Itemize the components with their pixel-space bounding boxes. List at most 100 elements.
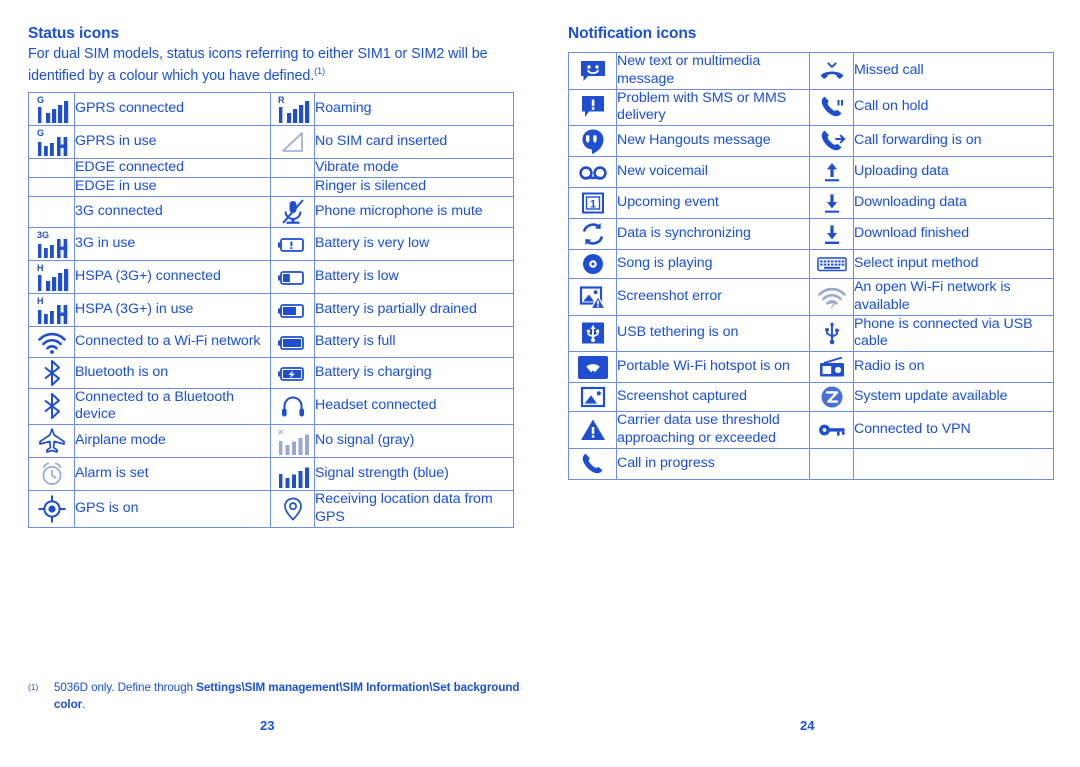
icon-cell <box>809 125 854 157</box>
bluetooth-on-icon <box>39 358 65 388</box>
label-cell: An open Wi-Fi network is available <box>853 278 1054 316</box>
page-number-right: 24 <box>800 718 815 733</box>
svg-text:G: G <box>37 128 44 138</box>
label-cell: EDGE connected <box>74 158 271 178</box>
label-cell: Portable Wi-Fi hotspot is on <box>616 351 810 383</box>
label-cell: 3G connected <box>74 195 271 228</box>
label-cell: Select input method <box>853 249 1054 279</box>
microphone-mute-icon <box>278 197 308 227</box>
table-row: Connected to a Wi-Fi network Battery is … <box>28 325 514 358</box>
label-cell: Upcoming event <box>616 187 810 219</box>
icon-cell <box>28 424 75 458</box>
table-row: New voicemail Uploading data <box>568 156 1054 188</box>
icon-cell <box>568 218 617 250</box>
table-row: EDGE in use Ringer is silenced <box>28 176 514 197</box>
svg-text:R: R <box>278 95 285 105</box>
label-cell: Battery is low <box>314 259 514 294</box>
warning-icon <box>579 416 607 444</box>
icon-cell <box>809 156 854 188</box>
keyboard-icon <box>816 253 848 275</box>
radio-icon <box>817 353 847 381</box>
label-cell: Roaming <box>314 92 514 126</box>
label-cell: Problem with SMS or MMS delivery <box>616 88 810 126</box>
label-cell: Call in progress <box>616 447 810 480</box>
icon-cell: × <box>270 424 315 458</box>
sync-icon <box>578 220 608 248</box>
download-icon <box>819 188 845 218</box>
airplane-mode-icon <box>37 426 67 456</box>
table-row: Bluetooth is on Battery is charging <box>28 356 514 389</box>
label-cell: Battery is partially drained <box>314 292 514 327</box>
label-cell: Phone is connected via USB cable <box>853 314 1054 352</box>
table-row: G GPRS connected R Roaming <box>28 92 514 126</box>
icon-cell <box>28 176 75 197</box>
icon-cell <box>809 218 854 250</box>
icon-cell <box>568 88 617 126</box>
label-cell: 3G in use <box>74 226 271 261</box>
icon-cell <box>28 325 75 358</box>
label-cell: HSPA (3G+) in use <box>74 292 271 327</box>
footnote: (1) 5036D only. Define through Settings\… <box>28 680 548 714</box>
icon-cell <box>270 325 315 358</box>
icon-cell <box>809 88 854 126</box>
call-forwarding-icon <box>816 126 848 156</box>
battery-full-icon <box>275 327 311 357</box>
icon-cell <box>809 351 854 383</box>
icon-cell <box>28 356 75 389</box>
hspa-in-use-icon: H <box>35 294 69 326</box>
icon-cell: 3G <box>28 226 75 261</box>
label-cell: Carrier data use threshold approaching o… <box>616 411 810 449</box>
label-cell: Headset connected <box>314 387 514 425</box>
svg-text:?: ? <box>828 301 834 312</box>
icon-cell <box>270 457 315 491</box>
footnote-text-before: 5036D only. Define through <box>54 681 197 694</box>
icon-cell <box>270 490 315 528</box>
icon-cell <box>809 447 854 480</box>
label-cell: Screenshot captured <box>616 382 810 412</box>
icon-cell <box>568 314 617 352</box>
status-icons-intro-text: For dual SIM models, status icons referr… <box>28 46 488 84</box>
icon-cell <box>568 351 617 383</box>
label-cell: GPRS connected <box>74 92 271 126</box>
status-icons-table: G GPRS connected R Roaming G GPRS in use… <box>28 92 514 528</box>
label-cell: HSPA (3G+) connected <box>74 259 271 294</box>
label-cell: Screenshot error <box>616 278 810 316</box>
manual-page-spread: Status icons For dual SIM models, status… <box>0 0 1080 767</box>
label-cell: Call on hold <box>853 88 1054 126</box>
footnote-text-after: . <box>82 697 86 711</box>
table-row: 1 Upcoming event Downloading data <box>568 187 1054 219</box>
message-problem-icon <box>578 93 608 121</box>
icon-cell <box>809 187 854 219</box>
icon-cell <box>28 195 75 228</box>
svg-text:G: G <box>37 95 44 105</box>
label-cell: Call forwarding is on <box>853 125 1054 157</box>
svg-text:3G: 3G <box>37 230 49 240</box>
label-cell: Vibrate mode <box>314 158 514 178</box>
no-signal-icon: × <box>276 425 310 457</box>
call-in-progress-icon <box>577 449 609 479</box>
status-icons-heading: Status icons <box>28 25 119 42</box>
table-row: Carrier data use threshold approaching o… <box>568 411 1054 449</box>
label-cell: Connected to VPN <box>853 411 1054 449</box>
music-playing-icon <box>579 250 607 278</box>
wifi-connected-icon <box>35 327 69 357</box>
alarm-icon <box>37 459 67 489</box>
label-cell: Missed call <box>853 52 1054 90</box>
label-cell: USB tethering is on <box>616 314 810 352</box>
table-row: H HSPA (3G+) connected Battery is low <box>28 259 514 294</box>
label-cell: Alarm is set <box>74 457 271 491</box>
icon-cell <box>568 278 617 316</box>
missed-call-icon <box>816 58 848 84</box>
icon-cell <box>568 382 617 412</box>
svg-text:1: 1 <box>589 198 595 210</box>
table-row: Portable Wi-Fi hotspot is on Radio is on <box>568 351 1054 383</box>
label-cell: Receiving location data from GPS <box>314 490 514 528</box>
label-cell: GPRS in use <box>74 125 271 159</box>
new-message-icon <box>578 57 608 85</box>
icon-cell <box>568 411 617 449</box>
label-cell <box>853 447 1054 480</box>
label-cell: Bluetooth is on <box>74 356 271 389</box>
icon-cell <box>568 52 617 90</box>
table-row: Screenshot error ? An open Wi-Fi network… <box>568 278 1054 316</box>
table-row: Problem with SMS or MMS delivery Call on… <box>568 88 1054 126</box>
